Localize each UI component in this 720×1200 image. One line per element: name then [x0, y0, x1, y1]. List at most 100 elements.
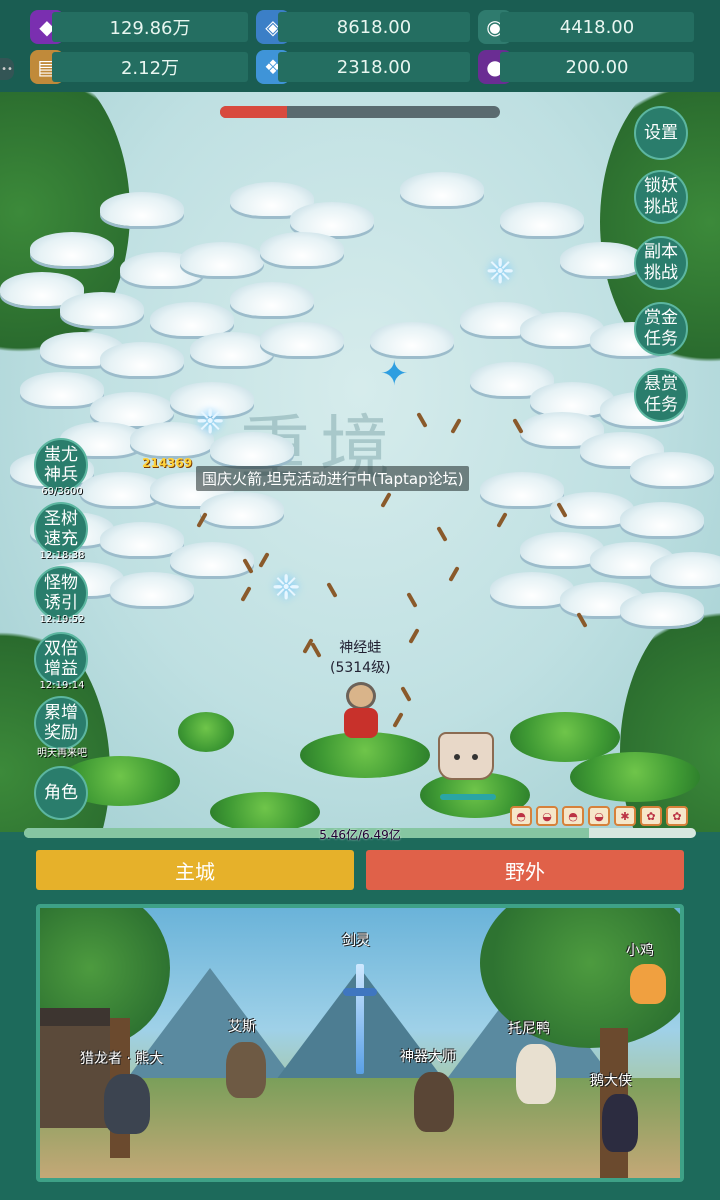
artifact-master-npc[interactable] [414, 1072, 454, 1132]
player-name: 神经蛙 [339, 640, 382, 656]
main-city-tab[interactable]: 主城 [36, 850, 354, 890]
cloud [480, 472, 564, 506]
ais-npc[interactable] [226, 1042, 266, 1098]
buff-icon[interactable]: ✱ [614, 806, 636, 826]
monster-hp-bar [440, 794, 496, 800]
tony-duck-npc[interactable] [516, 1044, 556, 1104]
cloud [100, 342, 184, 376]
wind-slash-icon: ❈ [486, 252, 515, 292]
chiyou-weapon-progress: 69/3600 [41, 486, 83, 497]
wind-slash-icon: ❈ [272, 568, 301, 608]
arrow-projectile [496, 512, 508, 528]
cloud [370, 322, 454, 356]
cloud [100, 192, 184, 226]
npc-label-sword-spirit: 剑灵 [342, 933, 370, 949]
cloud [20, 372, 104, 406]
reward-quest-button[interactable]: 悬赏 任务 [634, 368, 688, 422]
announcement-banner[interactable]: 国庆火箭,坦克活动进行中(Taptap论坛) [196, 466, 470, 491]
resource-bar: ◆ 129.86万 ◈ 8618.00 ◉ 4418.00 ▤ 2.12万 ❖ … [0, 0, 720, 92]
cloud [150, 302, 234, 336]
dungeon-challenge-button[interactable]: 副本 挑战 [634, 236, 688, 290]
npc-label-artifact-master: 神器大师 [400, 1049, 456, 1065]
bush [178, 712, 234, 752]
arrow-projectile [450, 418, 462, 434]
demon-lock-challenge-button[interactable]: 锁妖 挑战 [634, 170, 688, 224]
npc-label-chick: 小鸡 [626, 943, 654, 959]
sword-guard [343, 988, 377, 996]
cloud [180, 242, 264, 276]
boss-hp-bar [220, 106, 500, 118]
buff-icon[interactable]: ◒ [588, 806, 610, 826]
bounty-quest-button[interactable]: 赏金 任务 [634, 302, 688, 356]
sword-spirit-npc[interactable] [356, 964, 364, 1074]
resource-ice-cube: 2318.00 [278, 52, 470, 82]
damage-number: 214369 [142, 456, 193, 470]
shuriken-icon: ✦ [380, 354, 409, 394]
goose-hero-npc[interactable] [602, 1094, 638, 1152]
double-boost-timer: 12:19:14 [39, 680, 85, 691]
battle-field: 重境 ✦ ❈ ❈ ❈ 214369 国庆火箭,坦克活动进行中(Taptap论坛)… [0, 92, 720, 832]
arrow-projectile [408, 628, 420, 644]
cloud [100, 522, 184, 556]
cloud [170, 542, 254, 576]
npc-label-goose-hero: 鹅大侠 [590, 1073, 632, 1089]
cumulative-reward-button[interactable]: 累增 奖励 [34, 696, 88, 750]
cloud [400, 172, 484, 206]
cumulative-reward-status: 明天再来吧 [37, 748, 87, 759]
double-boost-button[interactable]: 双倍 增益 [34, 632, 88, 686]
cloud [260, 322, 344, 356]
cloud [620, 502, 704, 536]
player-character[interactable] [336, 682, 386, 742]
arrow-projectile [326, 582, 338, 598]
arrow-projectile [416, 412, 428, 428]
arrow-projectile [392, 712, 404, 728]
side-menu-handle[interactable]: •• [0, 58, 14, 80]
cloud [110, 572, 194, 606]
cloud [560, 242, 644, 276]
cloud [90, 392, 174, 426]
bush [570, 752, 700, 802]
buff-icon[interactable]: ✿ [666, 806, 688, 826]
arrow-projectile [406, 592, 418, 608]
chick-npc[interactable] [630, 964, 666, 1004]
cloud [290, 202, 374, 236]
cloud [200, 492, 284, 526]
npc-label-dragon-hunter: 猎龙者 · 熊大 [80, 1051, 164, 1067]
cloud [630, 452, 714, 486]
town-scene: 剑灵 小鸡 艾斯 托尼鸭 猎龙者 · 熊大 神器大师 鹅大侠 [36, 904, 684, 1182]
monster-lure-timer: 12:19:52 [39, 614, 85, 625]
cloud [60, 292, 144, 326]
npc-label-tony-duck: 托尼鸭 [508, 1021, 550, 1037]
resource-blue-crystal: 8618.00 [278, 12, 470, 42]
chiyou-weapon-button[interactable]: 蚩尤 神兵 [34, 438, 88, 492]
sacred-tree-timer: 12:18:38 [39, 550, 85, 561]
arrow-projectile [380, 492, 392, 508]
monster-lure-button[interactable]: 怪物 诱引 [34, 566, 88, 620]
cloud [650, 552, 720, 586]
experience-text: 5.46亿/6.49亿 [319, 828, 401, 842]
settings-button[interactable]: 设置 [634, 106, 688, 160]
player-level: (5314级) [330, 660, 391, 676]
cloud [500, 202, 584, 236]
wind-slash-icon: ❈ [196, 402, 225, 442]
stump-monster[interactable] [438, 732, 494, 780]
arrow-projectile [448, 566, 460, 582]
npc-label-ais: 艾斯 [228, 1019, 256, 1035]
arrow-projectile [310, 642, 322, 658]
buff-icon[interactable]: ◒ [536, 806, 558, 826]
character-button[interactable]: 角色 [34, 766, 88, 820]
buff-icon[interactable]: ✿ [640, 806, 662, 826]
resource-purple-gem: 129.86万 [52, 12, 248, 42]
cloud [260, 232, 344, 266]
wild-tab[interactable]: 野外 [366, 850, 684, 890]
buff-icon[interactable]: ◓ [510, 806, 532, 826]
player-label: 神经蛙 (5314级) [330, 638, 391, 678]
buff-icon[interactable]: ◓ [562, 806, 584, 826]
cloud [620, 592, 704, 626]
sacred-tree-button[interactable]: 圣树 速充 [34, 502, 88, 556]
cloud [30, 232, 114, 266]
dragon-hunter-npc[interactable] [104, 1074, 150, 1134]
resource-scroll: 2.12万 [52, 52, 248, 82]
cloud [230, 282, 314, 316]
arrow-projectile [436, 526, 448, 542]
